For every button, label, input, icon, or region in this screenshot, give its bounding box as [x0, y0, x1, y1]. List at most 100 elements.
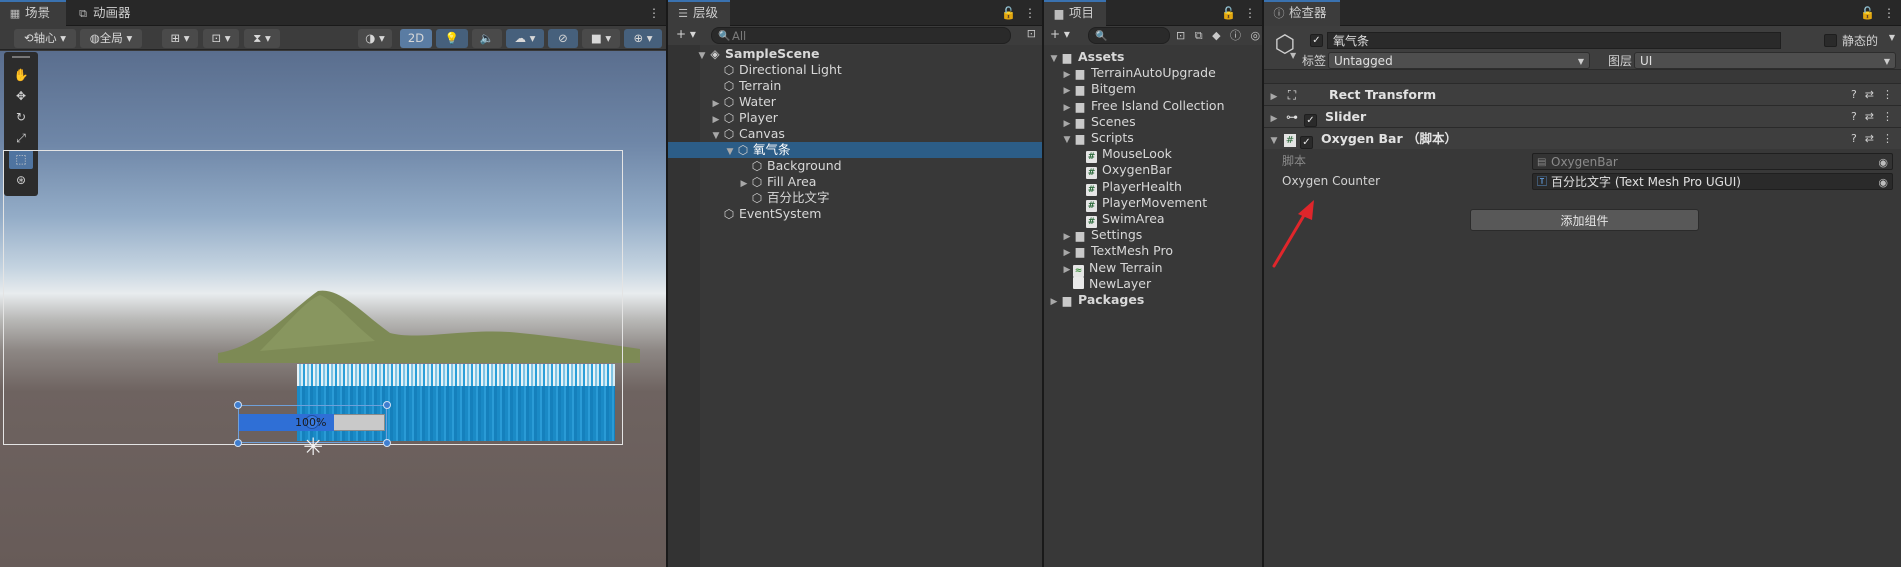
layer-dropdown[interactable]: UI ▼ — [1634, 52, 1896, 69]
project-item[interactable]: ▶ ▆ Packages — [1044, 292, 1262, 308]
project-item[interactable]: # OxygenBar — [1044, 162, 1262, 180]
oxygen-counter-field[interactable]: 🅃 百分比文字 (Text Mesh Pro UGUI) ◉ — [1532, 173, 1893, 190]
search-by-label-icon[interactable]: ⧉ — [1195, 29, 1203, 42]
grid-snap-button[interactable]: ⊞ ▾ — [162, 29, 198, 48]
project-item[interactable]: # MouseLook — [1044, 146, 1262, 164]
hierarchy-item[interactable]: ▼ ⬡ Canvas — [668, 126, 1042, 142]
hierarchy-item[interactable]: ⬡ Background — [668, 158, 1042, 174]
more-icon[interactable]: ⋮ — [1882, 132, 1893, 145]
lock-icon[interactable]: 🔓 — [1221, 6, 1236, 20]
hierarchy-item[interactable]: ▶ ⬡ Fill Area — [668, 174, 1042, 190]
scene-tab-menu[interactable]: ⋮ — [640, 0, 660, 26]
camera-dropdown[interactable]: ■ ▾ — [582, 29, 620, 48]
project-item[interactable]: # PlayerMovement — [1044, 195, 1262, 212]
hierarchy-item[interactable]: ⬡ 百分比文字 — [668, 190, 1042, 206]
effects-dropdown[interactable]: ☁ ▾ — [506, 29, 544, 48]
tab-inspector[interactable]: ⓘ 检查器 — [1264, 0, 1340, 26]
hierarchy-item[interactable]: ▶ ⬡ Water — [668, 94, 1042, 110]
static-checkbox[interactable] — [1824, 34, 1837, 47]
global-dropdown[interactable]: ◍全局 ▾ — [80, 29, 142, 48]
more-icon[interactable]: ⋮ — [1882, 88, 1893, 101]
rotate-tool[interactable]: ↻ — [9, 108, 33, 127]
lock-icon[interactable]: 🔓 — [1001, 6, 1016, 20]
add-component-button[interactable]: 添加组件 — [1470, 209, 1699, 231]
project-item[interactable]: ▶ ▆ Free Island Collection — [1044, 98, 1262, 114]
object-name-field[interactable]: 氧气条 — [1327, 32, 1781, 49]
lighting-toggle[interactable]: 💡 — [436, 29, 468, 48]
hierarchy-item[interactable]: ▶ ⬡ Player — [668, 110, 1042, 126]
component-enabled-checkbox[interactable]: ✓ — [1304, 114, 1317, 127]
search-filter-icon[interactable]: ⊡ — [1027, 27, 1036, 40]
tab-animator[interactable]: ⧉ 动画器 — [68, 0, 141, 26]
component-header[interactable]: ▶ ⊶ ✓ Slider? ⇄ ⋮ — [1264, 105, 1901, 127]
icon-dropdown-caret[interactable]: ▼ — [1290, 51, 1296, 60]
active-checkbox[interactable]: ✓ — [1310, 34, 1323, 47]
project-item[interactable]: ▶ ≈ New Terrain — [1044, 260, 1262, 277]
more-icon[interactable]: ⋮ — [1883, 6, 1895, 20]
scene-visibility-toggle[interactable]: ⊘ — [548, 29, 578, 48]
gizmos-dropdown[interactable]: ⊕ ▾ — [624, 29, 662, 48]
project-item[interactable]: ▶ ▆ Bitgem — [1044, 81, 1262, 97]
hierarchy-search-input[interactable]: 🔍 All — [711, 27, 1011, 44]
help-icon[interactable]: ? — [1851, 110, 1857, 123]
project-item[interactable]: ▶ ▆ Scenes — [1044, 114, 1262, 130]
component-header[interactable]: ▼ # ✓ Oxygen Bar （脚本）? ⇄ ⋮ — [1264, 127, 1901, 149]
resize-handle-tr[interactable] — [383, 401, 391, 409]
project-item[interactable]: # PlayerHealth — [1044, 179, 1262, 196]
audio-toggle[interactable]: 🔈 — [472, 29, 502, 48]
anchor-icon[interactable]: ✳ — [303, 435, 323, 459]
search-by-type-icon[interactable]: ⊡ — [1176, 29, 1185, 42]
hierarchy-item[interactable]: ⬡ EventSystem — [668, 206, 1042, 222]
project-item[interactable]: ▶ ▆ TextMesh Pro — [1044, 243, 1262, 259]
preset-icon[interactable]: ⇄ — [1865, 132, 1874, 145]
draw-mode-button[interactable]: ◑ ▾ — [358, 29, 392, 48]
visibility-icon[interactable]: ◎ — [1251, 29, 1261, 42]
drag-handle[interactable] — [12, 56, 30, 58]
tab-scene[interactable]: ▦ 场景 — [0, 0, 66, 26]
tab-hierarchy[interactable]: ☰ 层级 — [668, 0, 730, 26]
project-create-button[interactable]: + ▾ — [1050, 27, 1070, 41]
tag-dropdown[interactable]: Untagged ▼ — [1328, 52, 1590, 69]
component-header[interactable]: ▶ ⛶ Rect Transform? ⇄ ⋮ — [1264, 83, 1901, 105]
hand-tool[interactable]: ✋ — [9, 66, 33, 85]
resize-handle-br[interactable] — [383, 439, 391, 447]
grid-visibility-button[interactable]: ⊡ ▾ — [203, 29, 239, 48]
more-icon[interactable]: ⋮ — [1882, 110, 1893, 123]
lock-icon[interactable]: 🔓 — [1860, 6, 1875, 20]
project-item[interactable]: # SwimArea — [1044, 211, 1262, 228]
more-icon[interactable]: ⋮ — [1024, 6, 1036, 20]
hierarchy-item[interactable]: ▼ ⬡ 氧气条 — [668, 142, 1042, 158]
create-button[interactable]: + ▾ — [676, 27, 696, 41]
resize-handle-bl[interactable] — [234, 439, 242, 447]
expand-down-icon[interactable]: ▼ — [1268, 130, 1280, 152]
2d-toggle[interactable]: 2D — [400, 29, 432, 48]
more-icon[interactable]: ⋮ — [648, 6, 660, 20]
scale-tool[interactable]: ⤢ — [9, 129, 33, 148]
hierarchy-item[interactable]: ⬡ Terrain — [668, 78, 1042, 94]
project-item[interactable]: ▶ ▆ Settings — [1044, 227, 1262, 243]
tag-icon[interactable]: ◆ — [1212, 29, 1220, 42]
static-dropdown-caret[interactable]: ▼ — [1889, 33, 1895, 42]
increment-snap-button[interactable]: ⧗ ▾ — [244, 29, 280, 48]
camera-icon: ■ ▾ — [590, 31, 612, 45]
project-search-input[interactable]: 🔍 — [1088, 27, 1170, 44]
component-enabled-checkbox[interactable]: ✓ — [1300, 136, 1313, 149]
help-icon[interactable]: ? — [1851, 88, 1857, 101]
warning-icon[interactable]: ⓘ — [1230, 29, 1241, 42]
pivot-dropdown[interactable]: ⟲轴心 ▾ — [14, 29, 76, 48]
project-item[interactable]: NewLayer — [1044, 276, 1262, 292]
hierarchy-item[interactable]: ▼ ◈ SampleScene — [668, 46, 1042, 62]
help-icon[interactable]: ? — [1851, 132, 1857, 145]
object-picker-icon[interactable]: ◉ — [1878, 174, 1888, 191]
project-item[interactable]: ▶ ▆ TerrainAutoUpgrade — [1044, 65, 1262, 81]
more-icon[interactable]: ⋮ — [1244, 6, 1256, 20]
tab-project[interactable]: ▆ 项目 — [1044, 0, 1106, 26]
move-tool[interactable]: ✥ — [9, 87, 33, 106]
preset-icon[interactable]: ⇄ — [1865, 110, 1874, 123]
hierarchy-item[interactable]: ⬡ Directional Light — [668, 62, 1042, 78]
project-item[interactable]: ▼ ▆ Assets — [1044, 49, 1262, 65]
project-item[interactable]: ▼ ▆ Scripts — [1044, 130, 1262, 146]
preset-icon[interactable]: ⇄ — [1865, 88, 1874, 101]
resize-handle-tl[interactable] — [234, 401, 242, 409]
expand-right-icon[interactable]: ▶ — [1048, 294, 1060, 310]
